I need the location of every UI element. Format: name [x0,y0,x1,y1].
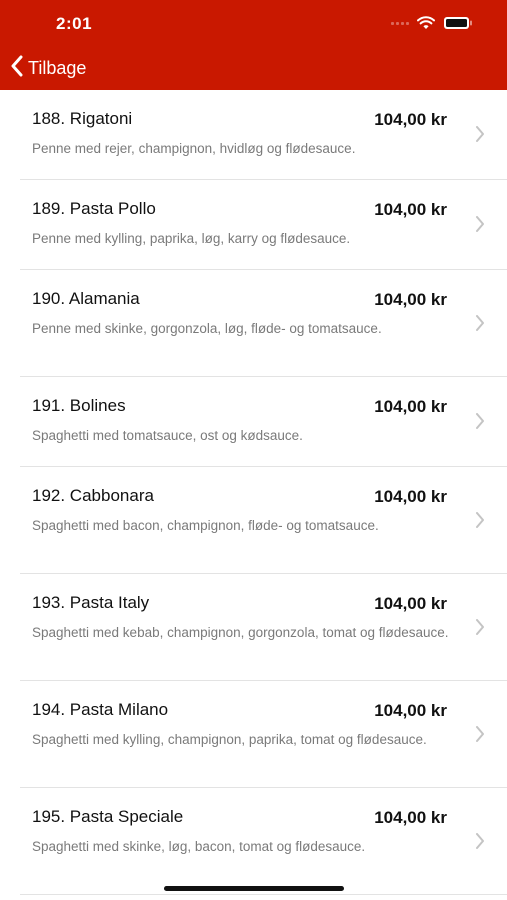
chevron-right-icon [475,126,485,147]
item-description: Spaghetti med bacon, champignon, fløde- … [32,518,379,533]
list-item[interactable]: 188. Rigatoni 104,00 kr Penne med rejer,… [0,90,507,180]
back-button[interactable]: Tilbage [10,55,86,82]
item-name: 195. Pasta Speciale [32,807,184,826]
list-item[interactable]: 193. Pasta Italy 104,00 kr Spaghetti med… [0,574,507,681]
chevron-left-icon [10,55,24,82]
chevron-right-icon [475,216,485,237]
list-item[interactable]: 194. Pasta Milano 104,00 kr Spaghetti me… [0,681,507,788]
item-price: 104,00 kr [374,397,447,416]
chevron-right-icon [475,413,485,434]
item-description: Spaghetti med tomatsauce, ost og kødsauc… [32,428,303,443]
chevron-right-icon [475,833,485,854]
battery-icon [443,16,473,30]
back-label: Tilbage [28,58,87,78]
status-time: 2:01 [56,14,93,33]
home-indicator[interactable] [164,886,344,891]
item-price: 104,00 kr [374,200,447,219]
menu-list: 188. Rigatoni 104,00 kr Penne med rejer,… [0,90,507,895]
chevron-right-icon [475,315,485,336]
item-name: 194. Pasta Milano [32,700,169,719]
item-price: 104,00 kr [374,110,447,129]
navigation-header: 2:01 Tilbage [0,0,507,90]
item-price: 104,00 kr [374,487,447,506]
list-item[interactable]: 192. Cabbonara 104,00 kr Spaghetti med b… [0,467,507,574]
item-price: 104,00 kr [374,594,447,613]
list-item[interactable]: 191. Bolines 104,00 kr Spaghetti med tom… [0,377,507,467]
item-description: Spaghetti med kylling, champignon, papri… [32,732,427,747]
item-description: Spaghetti med skinke, løg, bacon, tomat … [32,839,366,854]
item-price: 104,00 kr [374,290,447,309]
status-icons [391,16,473,30]
item-name: 192. Cabbonara [32,486,154,505]
chevron-right-icon [475,512,485,533]
item-description: Spaghetti med kebab, champignon, gorgonz… [32,625,449,640]
wifi-icon [417,16,435,30]
chevron-right-icon [475,619,485,640]
list-item[interactable]: 195. Pasta Speciale 104,00 kr Spaghetti … [0,788,507,895]
item-name: 189. Pasta Pollo [32,199,156,218]
list-item[interactable]: 189. Pasta Pollo 104,00 kr Penne med kyl… [0,180,507,270]
item-description: Penne med rejer, champignon, hvidløg og … [32,141,356,156]
item-price: 104,00 kr [374,808,447,827]
item-name: 188. Rigatoni [32,109,133,128]
signal-icon [391,21,409,25]
item-name: 190. Alamania [32,289,140,308]
chevron-right-icon [475,726,485,747]
item-description: Penne med skinke, gorgonzola, løg, fløde… [32,321,382,336]
list-item[interactable]: 190. Alamania 104,00 kr Penne med skinke… [0,270,507,377]
item-name: 193. Pasta Italy [32,593,150,612]
divider [20,894,507,895]
item-description: Penne med kylling, paprika, løg, karry o… [32,231,351,246]
item-price: 104,00 kr [374,701,447,720]
item-name: 191. Bolines [32,396,126,415]
